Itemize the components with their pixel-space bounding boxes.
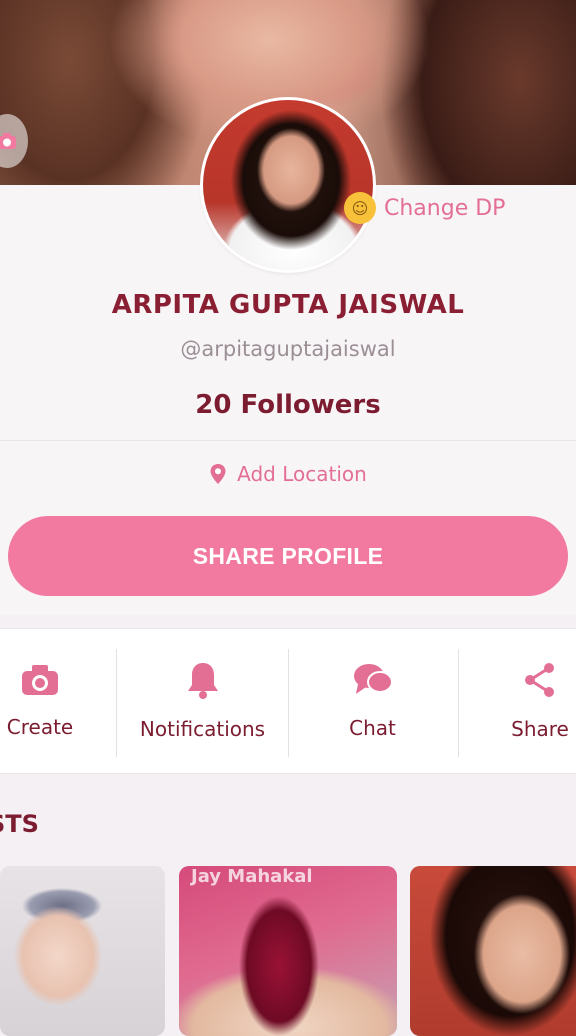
chat-button[interactable]: Chat xyxy=(300,629,445,773)
post-thumbnail[interactable] xyxy=(0,866,165,1036)
change-dp-label: Change DP xyxy=(384,195,506,221)
share-label: Share xyxy=(511,717,569,741)
avatar-image xyxy=(203,100,373,270)
profile-name: ARPITA GUPTA JAISWAL xyxy=(111,290,465,320)
share-button[interactable]: Share xyxy=(490,629,576,773)
post-thumbnail[interactable]: Jay Mahakal xyxy=(179,866,397,1036)
location-pin-icon xyxy=(210,464,226,484)
camera-icon xyxy=(0,133,16,149)
bell-icon xyxy=(187,663,218,699)
posts-section-title: STS xyxy=(0,810,39,838)
profile-handle: @arpitaguptajaiswal xyxy=(180,337,396,361)
kissing-face-icon: ☺ xyxy=(344,192,376,224)
separator xyxy=(288,649,289,757)
action-bar: Create Notifications Chat Share xyxy=(0,628,576,774)
chat-label: Chat xyxy=(349,716,396,740)
chat-icon xyxy=(353,664,393,694)
add-location-button[interactable]: Add Location xyxy=(0,462,576,486)
share-icon xyxy=(525,663,554,697)
profile-avatar[interactable] xyxy=(203,100,373,270)
separator xyxy=(458,649,459,757)
camera-icon xyxy=(22,665,58,695)
cover-camera-button[interactable] xyxy=(0,114,28,168)
notifications-button[interactable]: Notifications xyxy=(130,629,275,773)
change-dp-button[interactable]: ☺ Change DP xyxy=(344,192,505,224)
notifications-label: Notifications xyxy=(139,717,266,741)
separator xyxy=(116,649,117,757)
create-label: Create xyxy=(6,715,74,739)
share-profile-button[interactable]: SHARE PROFILE xyxy=(8,516,568,596)
add-location-label: Add Location xyxy=(237,462,367,486)
post-thumbnail[interactable] xyxy=(410,866,576,1036)
post-overlay-text: Jay Mahakal xyxy=(191,866,313,887)
create-button[interactable]: Create xyxy=(0,629,88,773)
divider xyxy=(0,440,576,441)
followers-count[interactable]: 20 Followers xyxy=(0,390,576,420)
